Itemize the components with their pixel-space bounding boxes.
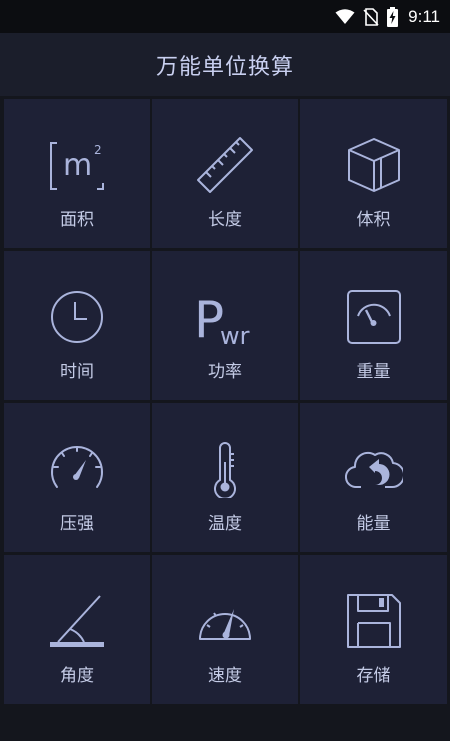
tile-power[interactable]: P wr 功率 xyxy=(152,251,298,400)
page-title: 万能单位换算 xyxy=(155,54,294,80)
tile-length[interactable]: 长度 xyxy=(152,99,298,248)
unit-category-grid: m 2 面积 长度 体积 时间 P wr 功率 重量 压强 温度 能量 角度 速… xyxy=(4,99,447,704)
tile-label: 重量 xyxy=(356,362,391,382)
app-header: 万能单位换算 xyxy=(0,33,450,96)
tile-storage[interactable]: 存储 xyxy=(300,555,447,704)
tile-label: 时间 xyxy=(60,362,94,382)
bottom-spacer xyxy=(0,705,450,741)
area-icon-base: m xyxy=(63,148,92,183)
tile-weight[interactable]: 重量 xyxy=(300,251,447,400)
tile-label: 压强 xyxy=(60,514,94,534)
tile-energy[interactable]: 能量 xyxy=(300,403,447,552)
tile-label: 温度 xyxy=(208,514,242,534)
tile-label: 存储 xyxy=(356,666,391,686)
energy-icon xyxy=(339,439,409,499)
tile-speed[interactable]: 速度 xyxy=(152,555,298,704)
angle-icon xyxy=(42,591,112,651)
power-icon-subscript: wr xyxy=(220,322,250,347)
tile-label: 面积 xyxy=(60,210,94,230)
battery-charging-icon xyxy=(387,6,399,27)
tile-time[interactable]: 时间 xyxy=(4,251,150,400)
scale-icon xyxy=(339,287,409,347)
speedometer-icon xyxy=(190,591,260,651)
tile-temperature[interactable]: 温度 xyxy=(152,403,298,552)
wifi-icon xyxy=(335,8,355,25)
power-icon: P wr xyxy=(190,287,260,347)
clock-icon xyxy=(42,287,112,347)
status-time: 9:11 xyxy=(408,6,440,26)
cube-icon xyxy=(339,135,409,195)
tile-angle[interactable]: 角度 xyxy=(4,555,150,704)
tile-volume[interactable]: 体积 xyxy=(300,99,447,248)
ruler-icon xyxy=(190,135,260,195)
tile-label: 能量 xyxy=(356,514,391,534)
status-bar: 9:11 xyxy=(0,0,450,33)
tile-label: 功率 xyxy=(208,362,242,382)
area-icon-exponent: 2 xyxy=(94,143,102,157)
tile-label: 长度 xyxy=(208,210,242,230)
tile-label: 角度 xyxy=(60,666,94,686)
pressure-gauge-icon xyxy=(42,439,112,499)
thermometer-icon xyxy=(190,439,260,499)
no-sim-icon xyxy=(363,7,379,26)
floppy-disk-icon xyxy=(339,591,409,651)
area-icon: m 2 xyxy=(42,135,112,195)
tile-area[interactable]: m 2 面积 xyxy=(4,99,150,248)
tile-label: 体积 xyxy=(356,210,391,230)
tile-label: 速度 xyxy=(208,666,242,686)
tile-pressure[interactable]: 压强 xyxy=(4,403,150,552)
